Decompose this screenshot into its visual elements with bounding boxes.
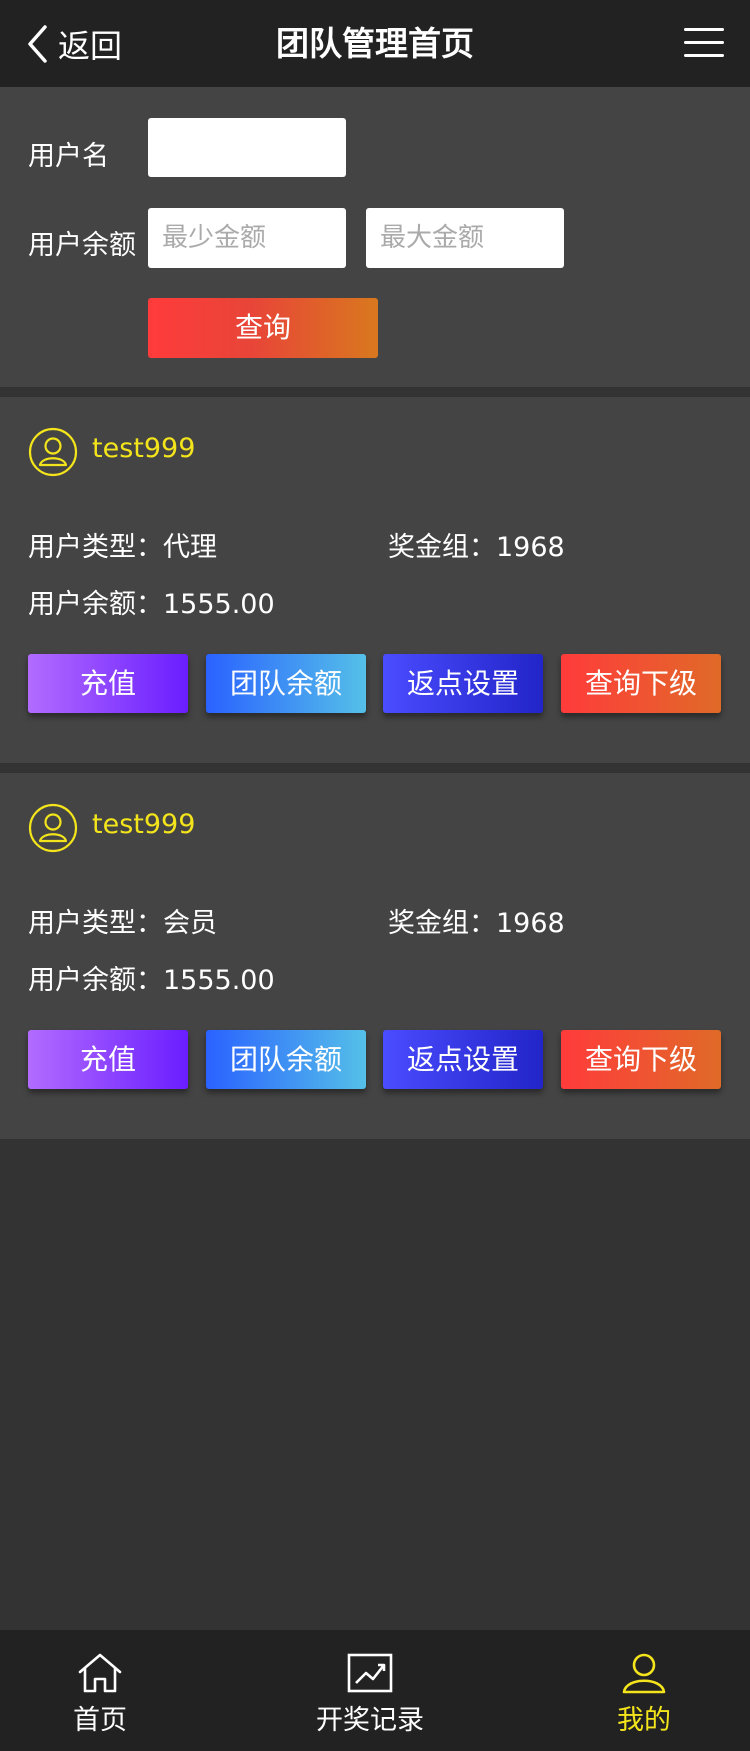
rebate-settings-button[interactable]: 返点设置 <box>383 1030 543 1089</box>
bonus-group-value: 1968 <box>496 908 565 939</box>
user-type-label: 用户类型： <box>28 532 163 563</box>
username: test999 <box>92 433 196 464</box>
user-avatar-icon <box>28 803 78 853</box>
user-balance-value: 1555.00 <box>163 589 275 620</box>
team-balance-button[interactable]: 团队余额 <box>206 1030 366 1089</box>
bottom-tab-bar: 首页 开奖记录 我的 <box>0 1630 750 1751</box>
bonus-group: 奖金组：1968 <box>388 525 565 564</box>
tab-mine-label: 我的 <box>617 1705 671 1736</box>
team-balance-button[interactable]: 团队余额 <box>206 654 366 713</box>
tab-home[interactable]: 首页 <box>52 1630 148 1751</box>
user-type-label: 用户类型： <box>28 908 163 939</box>
chart-icon <box>347 1653 393 1693</box>
tab-mine[interactable]: 我的 <box>596 1630 692 1751</box>
user-card: test999 用户类型：代理 奖金组：1968 用户余额：1555.00 充值… <box>0 397 750 763</box>
user-balance-label: 用户余额： <box>28 965 163 996</box>
query-subordinates-button[interactable]: 查询下级 <box>561 1030 721 1089</box>
recharge-button[interactable]: 充值 <box>28 654 188 713</box>
user-card: test999 用户类型：会员 奖金组：1968 用户余额：1555.00 充值… <box>0 773 750 1139</box>
query-subordinates-button[interactable]: 查询下级 <box>561 654 721 713</box>
user-type: 用户类型：会员 <box>28 901 217 940</box>
top-bar: 返回 团队管理首页 <box>0 0 750 87</box>
tab-draw-history-label: 开奖记录 <box>316 1705 424 1736</box>
tab-home-label: 首页 <box>73 1705 127 1736</box>
user-balance-value: 1555.00 <box>163 965 275 996</box>
user-type: 用户类型：代理 <box>28 525 217 564</box>
max-amount-input[interactable] <box>366 208 564 268</box>
rebate-settings-button[interactable]: 返点设置 <box>383 654 543 713</box>
user-icon <box>622 1653 666 1694</box>
menu-icon[interactable] <box>684 28 724 60</box>
bonus-group: 奖金组：1968 <box>388 901 565 940</box>
user-type-value: 代理 <box>163 532 217 563</box>
back-button[interactable]: 返回 <box>26 22 122 66</box>
back-label: 返回 <box>58 27 123 65</box>
user-balance: 用户余额：1555.00 <box>28 958 275 997</box>
user-balance: 用户余额：1555.00 <box>28 582 275 621</box>
username-input[interactable] <box>148 118 346 177</box>
min-amount-input[interactable] <box>148 208 346 268</box>
bonus-group-label: 奖金组： <box>388 908 496 939</box>
username: test999 <box>92 809 196 840</box>
user-balance-label: 用户余额： <box>28 589 163 620</box>
bonus-group-label: 奖金组： <box>388 532 496 563</box>
chevron-left-icon <box>28 25 47 63</box>
bonus-group-value: 1968 <box>496 532 565 563</box>
tab-draw-history[interactable]: 开奖记录 <box>300 1630 440 1751</box>
home-icon <box>78 1653 122 1693</box>
balance-label: 用户余额 <box>28 230 136 261</box>
search-panel: 用户名 用户余额 查询 <box>0 87 750 387</box>
query-button[interactable]: 查询 <box>148 298 378 358</box>
user-avatar-icon <box>28 427 78 477</box>
username-label: 用户名 <box>28 141 109 172</box>
user-type-value: 会员 <box>163 908 217 939</box>
recharge-button[interactable]: 充值 <box>28 1030 188 1089</box>
